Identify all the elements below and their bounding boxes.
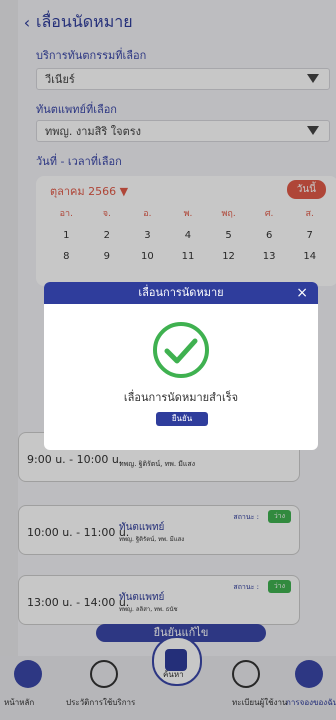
- ok-button[interactable]: ยืนยัน: [156, 412, 208, 426]
- close-icon[interactable]: ×: [296, 282, 308, 304]
- modal-message: เลื่อนการนัดหมายสำเร็จ: [123, 391, 239, 404]
- page: ‹ เลื่อนนัดหมาย บริการทันตกรรมที่เลือก ว…: [0, 0, 336, 720]
- modal-title: เลื่อนการนัดหมาย: [44, 282, 318, 304]
- success-modal: เลื่อนการนัดหมาย × เลื่อนการนัดหมายสำเร็…: [44, 282, 318, 450]
- check-circle-icon: [153, 322, 209, 378]
